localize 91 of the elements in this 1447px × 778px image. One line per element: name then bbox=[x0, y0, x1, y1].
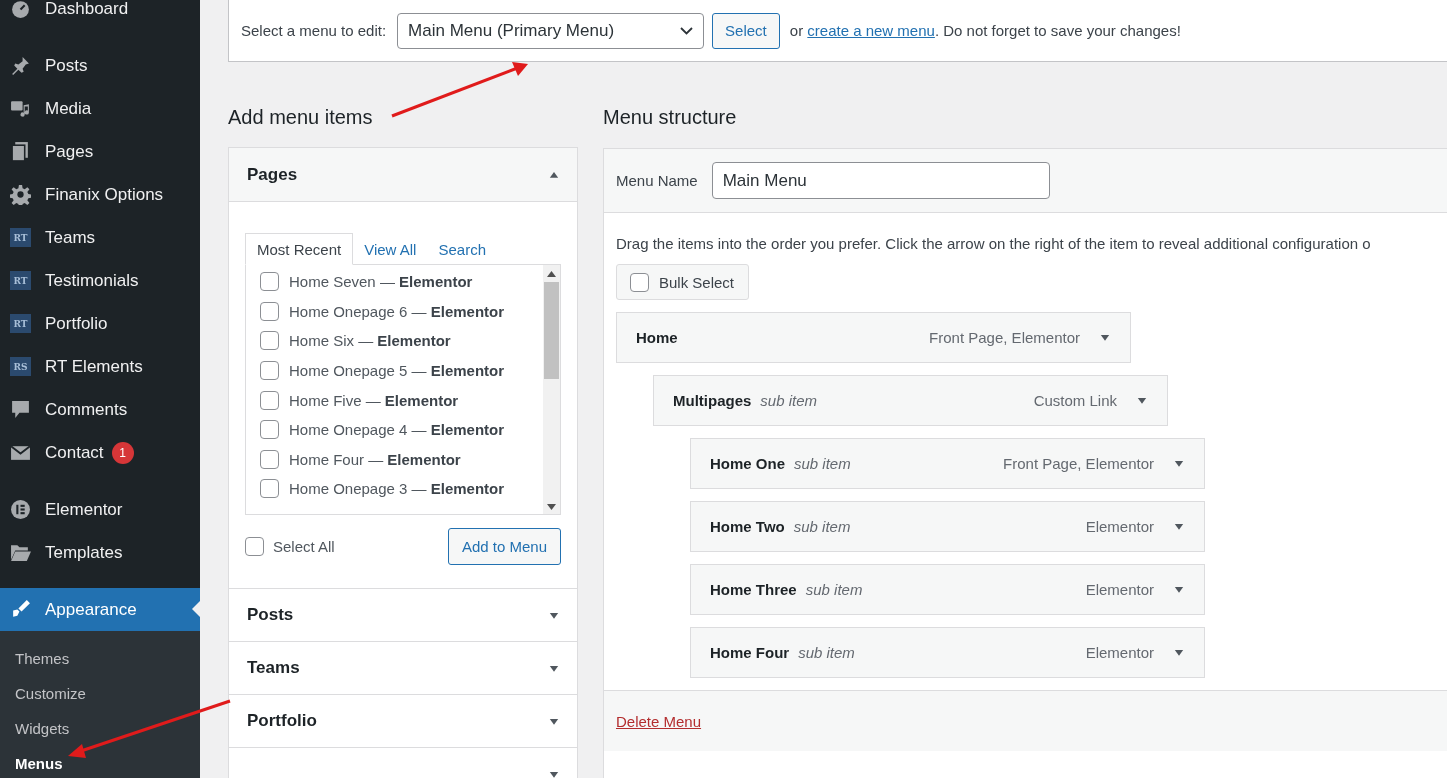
expand-arrow-icon[interactable] bbox=[1137, 397, 1147, 404]
media-icon bbox=[10, 98, 31, 119]
menu-name-field[interactable]: Main Menu bbox=[711, 162, 1050, 199]
expand-arrow-icon[interactable] bbox=[1100, 334, 1110, 341]
tab[interactable]: View All bbox=[353, 234, 428, 264]
submenu-item[interactable]: Widgets bbox=[0, 711, 200, 746]
section-heading: Menu structure bbox=[603, 106, 738, 128]
expand-arrow-icon[interactable] bbox=[1174, 460, 1184, 467]
plugin-logo-icon: RT bbox=[10, 228, 31, 247]
plugin-logo-icon: RT bbox=[10, 271, 31, 290]
collapse-arrow-icon[interactable] bbox=[549, 171, 559, 178]
chevron-down-icon bbox=[680, 26, 694, 35]
checkbox[interactable] bbox=[260, 479, 279, 499]
sidebar-item[interactable]: Pages bbox=[0, 130, 200, 173]
menu-dropdown[interactable]: Main Menu (Primary Menu) bbox=[397, 12, 705, 49]
sidebar-item[interactable]: RT Testimonials bbox=[0, 259, 200, 302]
instruction-text: Drag the items into the order you prefer. Click the arrow on the right of the item to reveal additional configuration o bbox=[616, 234, 1372, 254]
page-label: Home Onepage 3 — Elementor bbox=[289, 480, 505, 498]
checkbox-label: Select All bbox=[273, 538, 335, 555]
menu-item[interactable]: Multipages sub item Custom Link bbox=[653, 375, 1168, 426]
checkbox[interactable] bbox=[260, 420, 279, 440]
sidebar-item[interactable]: Templates bbox=[0, 531, 200, 574]
page-label: Home Onepage 4 — Elementor bbox=[289, 421, 505, 439]
checkbox[interactable] bbox=[260, 361, 279, 381]
sidebar-item[interactable]: Dashboard bbox=[0, 0, 200, 30]
panel-title[interactable]: Pages bbox=[247, 164, 298, 185]
expand-arrow-icon[interactable] bbox=[1174, 649, 1184, 656]
gear-icon bbox=[10, 184, 31, 205]
page-label: Home Seven — Elementor bbox=[289, 273, 473, 291]
speech-bubble-icon bbox=[10, 399, 31, 420]
submenu-item[interactable]: Menus bbox=[0, 746, 200, 778]
panel-title[interactable]: Teams bbox=[247, 658, 300, 678]
add-to-menu-button[interactable]: Add to Menu bbox=[447, 528, 561, 565]
submenu-item[interactable]: Customize bbox=[0, 676, 200, 711]
sidebar-item[interactable]: Contact 1 bbox=[0, 431, 200, 474]
scroll-up-icon[interactable] bbox=[547, 271, 556, 277]
section-heading: Add menu items bbox=[228, 106, 374, 128]
delete-menu-link[interactable]: Delete Menu bbox=[616, 712, 702, 730]
expand-arrow-icon[interactable] bbox=[549, 770, 559, 778]
select-button[interactable]: Select bbox=[712, 12, 780, 49]
menu-item[interactable]: Home Two sub item Elementor bbox=[690, 501, 1205, 552]
checkbox[interactable] bbox=[260, 272, 279, 292]
sidebar-item[interactable]: RT Teams bbox=[0, 216, 200, 259]
count-badge: 1 bbox=[111, 441, 134, 464]
menu-item[interactable]: Home Four sub item Elementor bbox=[690, 627, 1205, 678]
paintbrush-icon bbox=[10, 599, 31, 620]
page-label: Home Six — Elementor bbox=[289, 332, 451, 350]
expand-arrow-icon[interactable] bbox=[549, 717, 559, 725]
checkbox[interactable] bbox=[260, 390, 279, 410]
menu-item[interactable]: Home Front Page, Elementor bbox=[616, 312, 1131, 363]
create-menu-link[interactable]: create a new menu bbox=[807, 22, 935, 39]
plugin-logo-icon: RT bbox=[10, 314, 31, 333]
scroll-down-icon[interactable] bbox=[547, 504, 556, 510]
checkbox[interactable] bbox=[630, 272, 649, 292]
elementor-icon bbox=[10, 499, 31, 520]
sidebar-item[interactable]: Comments bbox=[0, 388, 200, 431]
field-label: Menu Name bbox=[616, 172, 698, 189]
tab[interactable]: Search bbox=[427, 234, 497, 264]
panel-title[interactable]: Portfolio bbox=[247, 711, 317, 731]
sidebar-item[interactable]: Posts bbox=[0, 44, 200, 87]
page-label: Home Onepage 6 — Elementor bbox=[289, 302, 505, 320]
checkbox[interactable] bbox=[260, 449, 279, 469]
submenu-item[interactable]: Themes bbox=[0, 641, 200, 676]
help-text: or create a new menu. Do not forget to save your changes! bbox=[789, 22, 1181, 39]
menu-item[interactable]: Home One sub item Front Page, Elementor bbox=[690, 438, 1205, 489]
folder-icon bbox=[10, 542, 31, 563]
tab[interactable]: Most Recent bbox=[245, 233, 354, 265]
checkbox[interactable] bbox=[245, 537, 264, 556]
sidebar-item[interactable]: Finanix Options bbox=[0, 173, 200, 216]
panel-title[interactable]: Posts bbox=[247, 605, 294, 625]
page-label: Home Five — Elementor bbox=[289, 391, 459, 409]
checkbox[interactable] bbox=[260, 301, 279, 321]
pin-icon bbox=[10, 55, 31, 76]
plugin-logo-icon: RS bbox=[10, 357, 31, 376]
expand-arrow-icon[interactable] bbox=[1174, 523, 1184, 530]
expand-arrow-icon[interactable] bbox=[1174, 586, 1184, 593]
menu-item[interactable]: Home Three sub item Elementor bbox=[690, 564, 1205, 615]
pages-icon bbox=[10, 141, 31, 162]
expand-arrow-icon[interactable] bbox=[549, 664, 559, 672]
expand-arrow-icon[interactable] bbox=[549, 611, 559, 619]
page-label: Home Onepage 5 — Elementor bbox=[289, 362, 505, 380]
checkbox[interactable] bbox=[260, 331, 279, 351]
sidebar-item[interactable]: Media bbox=[0, 87, 200, 130]
bulk-select-button[interactable]: Bulk Select bbox=[616, 264, 750, 300]
page-label: Home Four — Elementor bbox=[289, 450, 461, 468]
sidebar-item[interactable]: RT Portfolio bbox=[0, 302, 200, 345]
sidebar-item[interactable]: Elementor bbox=[0, 488, 200, 531]
field-label: Select a menu to edit: bbox=[241, 22, 387, 39]
sidebar-item[interactable]: Appearance bbox=[0, 588, 200, 631]
sidebar-item[interactable]: RS RT Elements bbox=[0, 345, 200, 388]
scrollbar[interactable] bbox=[543, 265, 560, 514]
